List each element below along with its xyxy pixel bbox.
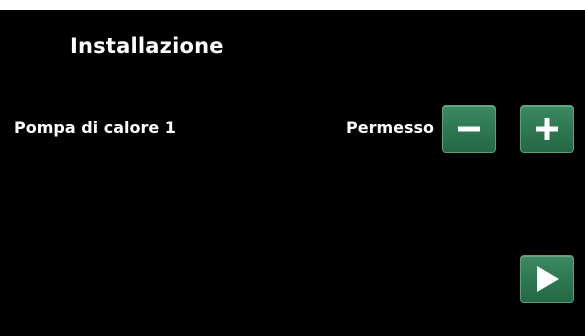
page-title: Installazione bbox=[70, 34, 224, 58]
next-button[interactable] bbox=[520, 255, 574, 303]
decrease-button[interactable] bbox=[442, 105, 496, 153]
plus-icon bbox=[536, 118, 558, 140]
increase-button[interactable] bbox=[520, 105, 574, 153]
setting-label: Pompa di calore 1 bbox=[14, 118, 176, 137]
play-arrow-icon bbox=[537, 266, 559, 292]
setting-value: Permesso bbox=[346, 118, 435, 137]
display-screen: Installazione Pompa di calore 1 Permesso bbox=[0, 10, 585, 336]
minus-icon bbox=[458, 126, 480, 132]
